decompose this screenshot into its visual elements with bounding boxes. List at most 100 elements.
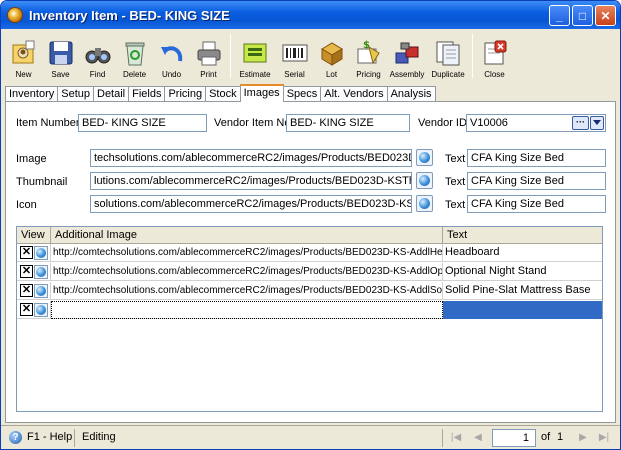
close-button[interactable]: Close (476, 31, 513, 81)
view-image-button[interactable] (34, 284, 48, 298)
vendor-item-no-label: Vendor Item No (214, 117, 291, 129)
text-cell[interactable]: Optional Night Stand (443, 263, 602, 281)
table-row[interactable]: ✕ http://comtechsolutions.com/ablecommer… (17, 263, 602, 281)
text-cell[interactable]: Solid Pine-Slat Mattress Base (443, 282, 602, 300)
help-icon[interactable]: ? (9, 431, 22, 444)
next-record-icon[interactable]: ▶ (574, 430, 592, 446)
printer-icon (194, 38, 224, 68)
globe-icon (36, 305, 46, 315)
delete-label: Delete (122, 70, 147, 79)
view-image-button[interactable] (34, 303, 48, 317)
globe-icon (36, 248, 46, 258)
globe-icon (36, 286, 46, 296)
table-row[interactable]: ✕ http://comtechsolutions.com/ablecommer… (17, 244, 602, 262)
table-row[interactable]: ✕ http://comtechsolutions.com/ablecommer… (17, 282, 602, 300)
additional-image-cell[interactable]: http://comtechsolutions.com/ablecommerce… (51, 263, 443, 281)
globe-icon (419, 175, 430, 186)
title-bar[interactable]: Inventory Item - BED- KING SIZE _ □ ✕ (1, 1, 620, 29)
app-icon (7, 7, 23, 23)
recycle-bin-icon (120, 38, 150, 68)
text-cell[interactable]: Headboard (443, 244, 602, 262)
thumbnail-text-label: Text (445, 176, 466, 188)
serial-label: Serial (284, 70, 305, 79)
first-record-icon[interactable]: |◀ (447, 430, 465, 446)
tab-alt-vendors[interactable]: Alt. Vendors (320, 86, 388, 102)
close-window-button[interactable]: ✕ (595, 5, 616, 26)
print-button[interactable]: Print (190, 31, 227, 81)
close-icon: ✕ (600, 8, 611, 23)
status-divider (74, 429, 75, 447)
maximize-icon: □ (578, 8, 587, 23)
duplicate-label: Duplicate (431, 70, 465, 79)
remove-image-button[interactable]: ✕ (20, 303, 33, 316)
thumbnail-label: Thumbnail (16, 176, 68, 188)
icon-label: Icon (16, 199, 37, 211)
tab-fields[interactable]: Fields (128, 86, 166, 102)
thumbnail-view-button[interactable] (416, 172, 433, 189)
maximize-button[interactable]: □ (572, 5, 593, 26)
new-button[interactable]: New (5, 31, 42, 81)
remove-image-button[interactable]: ✕ (20, 246, 33, 259)
page-number-input[interactable]: 1 (492, 429, 536, 447)
new-text-cell-selected[interactable] (443, 301, 602, 319)
thumbnail-text-field[interactable]: CFA King Size Bed (467, 172, 606, 190)
tab-pricing[interactable]: Pricing (164, 86, 207, 102)
image-url-field[interactable]: techsolutions.com/ablecommerceRC2/images… (90, 149, 412, 167)
new-additional-image-cell[interactable] (51, 301, 443, 319)
of-label: of (541, 431, 551, 443)
lot-button[interactable]: Lot (313, 31, 350, 81)
vendor-lookup-button[interactable]: ··· (572, 116, 589, 130)
delete-button[interactable]: Delete (116, 31, 153, 81)
additional-image-cell[interactable]: http://comtechsolutions.com/ablecommerce… (51, 282, 443, 300)
lot-icon (317, 38, 347, 68)
image-view-button[interactable] (416, 149, 433, 166)
remove-image-button[interactable]: ✕ (20, 265, 33, 278)
estimate-button[interactable]: Estimate (234, 31, 276, 81)
chevron-down-icon (593, 120, 601, 125)
vendor-item-no-field[interactable]: BED- KING SIZE (286, 114, 410, 132)
image-text-field[interactable]: CFA King Size Bed (467, 149, 606, 167)
duplicate-button[interactable]: Duplicate (427, 31, 469, 81)
additional-image-cell[interactable]: http://comtechsolutions.com/ablecommerce… (51, 244, 443, 262)
save-label: Save (51, 70, 70, 79)
tab-analysis[interactable]: Analysis (386, 86, 436, 102)
help-status[interactable]: F1 - Help (27, 429, 72, 447)
last-record-icon[interactable]: ▶| (595, 430, 613, 446)
column-header-additional-image[interactable]: Additional Image (51, 227, 443, 244)
find-button[interactable]: Find (79, 31, 116, 81)
icon-url-field[interactable]: solutions.com/ablecommerceRC2/images/Pro… (90, 195, 412, 213)
pricing-button[interactable]: $ Pricing (350, 31, 387, 81)
icon-text-field[interactable]: CFA King Size Bed (467, 195, 606, 213)
tab-stock[interactable]: Stock (205, 86, 241, 102)
pricing-label: Pricing (356, 70, 381, 79)
minimize-button[interactable]: _ (549, 5, 570, 26)
view-image-button[interactable] (34, 246, 48, 260)
remove-image-button[interactable]: ✕ (20, 284, 33, 297)
minimize-icon: _ (556, 8, 563, 23)
status-bar: ? F1 - Help Editing |◀ ◀ 1 of 1 ▶ ▶| (1, 425, 620, 449)
icon-view-button[interactable] (416, 195, 433, 212)
save-button[interactable]: Save (42, 31, 79, 81)
tab-inventory[interactable]: Inventory (5, 86, 59, 102)
image-text-label: Text (445, 153, 466, 165)
thumbnail-url-field[interactable]: lutions.com/ablecommerceRC2/images/Produ… (90, 172, 412, 190)
previous-record-icon[interactable]: ◀ (469, 430, 487, 446)
undo-arrow-icon (157, 38, 187, 68)
tab-detail[interactable]: Detail (93, 86, 130, 102)
vendor-dropdown-button[interactable] (590, 116, 604, 130)
lot-label: Lot (325, 70, 338, 79)
column-header-view[interactable]: View (17, 227, 51, 244)
tab-images[interactable]: Images (239, 84, 284, 102)
view-image-button[interactable] (34, 265, 48, 279)
tab-specs[interactable]: Specs (282, 86, 322, 102)
undo-button[interactable]: Undo (153, 31, 190, 81)
vendor-id-label: Vendor ID (418, 117, 467, 129)
duplicate-icon (433, 38, 463, 68)
assembly-button[interactable]: Assembly (387, 31, 427, 81)
tab-setup[interactable]: Setup (57, 86, 94, 102)
item-number-field[interactable]: BED- KING SIZE (78, 114, 207, 132)
estimate-icon (240, 38, 270, 68)
column-header-text[interactable]: Text (443, 227, 602, 244)
serial-button[interactable]: Serial (276, 31, 313, 81)
new-row[interactable]: ✕ (17, 301, 602, 319)
